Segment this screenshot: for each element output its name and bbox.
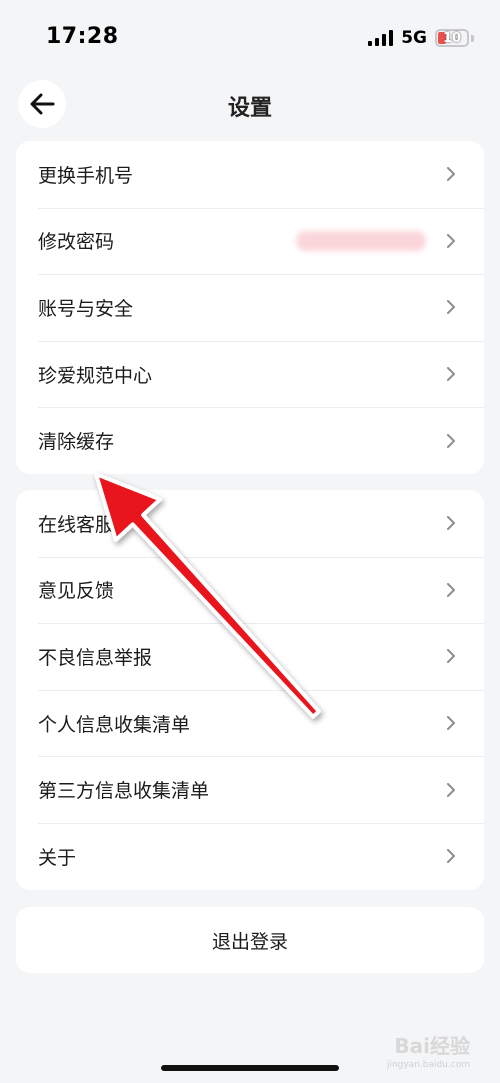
chevron-right-icon <box>447 716 455 731</box>
status-time: 17:28 <box>46 24 119 49</box>
status-bar: 17:28 5G 10 <box>0 0 500 80</box>
battery-tip <box>471 34 474 42</box>
settings-item-label: 珍爱规范中心 <box>38 364 153 387</box>
settings-group-account: 更换手机号 修改密码 账号与安全 珍爱规范中心 清除缓存 <box>16 141 484 474</box>
chevron-right-icon <box>447 516 455 531</box>
settings-item-label: 个人信息收集清单 <box>38 713 191 736</box>
battery-icon: 10 <box>435 29 469 47</box>
watermark-subtext: jingyan.baidu.com <box>386 1060 470 1070</box>
settings-item-third-party-info-list[interactable]: 第三方信息收集清单 <box>16 756 484 823</box>
settings-item-online-service[interactable]: 在线客服 <box>16 490 484 557</box>
settings-item-about[interactable]: 关于 <box>16 822 484 890</box>
status-indicators: 5G 10 <box>368 28 474 48</box>
settings-item-label: 在线客服 <box>38 513 115 536</box>
settings-item-label: 修改密码 <box>38 231 115 254</box>
home-indicator[interactable] <box>161 1065 339 1071</box>
logout-label: 退出登录 <box>211 930 288 953</box>
settings-item-norms-center[interactable]: 珍爱规范中心 <box>16 340 484 408</box>
settings-item-account-security[interactable]: 账号与安全 <box>16 274 484 341</box>
settings-item-personal-info-list[interactable]: 个人信息收集清单 <box>16 689 484 757</box>
settings-item-label: 清除缓存 <box>38 431 115 454</box>
chevron-right-icon <box>447 167 455 182</box>
chevron-right-icon <box>447 300 455 315</box>
settings-item-feedback[interactable]: 意见反馈 <box>16 556 484 624</box>
settings-item-change-password[interactable]: 修改密码 <box>16 207 484 275</box>
settings-group-support: 在线客服 意见反馈 不良信息举报 个人信息收集清单 第三方信息收集清单 关于 <box>16 490 484 890</box>
chevron-right-icon <box>447 649 455 664</box>
settings-item-clear-cache[interactable]: 清除缓存 <box>16 407 484 474</box>
nav-bar: 设置 <box>0 80 500 130</box>
settings-screen: 17:28 5G 10 设置 更换手机号 修改密码 账号与安全 珍爱规范中心 清… <box>0 0 500 1083</box>
redacted-value <box>296 230 426 251</box>
network-type: 5G <box>401 28 427 48</box>
settings-item-label: 关于 <box>38 846 77 869</box>
chevron-right-icon <box>447 367 455 382</box>
signal-icon <box>368 30 394 46</box>
chevron-right-icon <box>447 433 455 448</box>
chevron-right-icon <box>447 782 455 797</box>
battery-level-text: 10 <box>442 30 462 46</box>
watermark-text: Bai经验 <box>394 1034 470 1058</box>
logout-button[interactable]: 退出登录 <box>16 907 484 973</box>
chevron-right-icon <box>447 849 455 864</box>
settings-item-label: 意见反馈 <box>38 580 115 603</box>
settings-item-label: 不良信息举报 <box>38 646 153 669</box>
settings-item-label: 更换手机号 <box>38 164 134 187</box>
settings-item-label: 第三方信息收集清单 <box>38 780 210 803</box>
chevron-right-icon <box>447 582 455 597</box>
watermark: Bai经验 jingyan.baidu.com <box>387 1030 470 1070</box>
settings-item-label: 账号与安全 <box>38 297 134 320</box>
page-title: 设置 <box>227 96 272 121</box>
settings-item-report[interactable]: 不良信息举报 <box>16 623 484 690</box>
chevron-right-icon <box>447 233 455 248</box>
settings-item-change-phone[interactable]: 更换手机号 <box>16 141 484 208</box>
